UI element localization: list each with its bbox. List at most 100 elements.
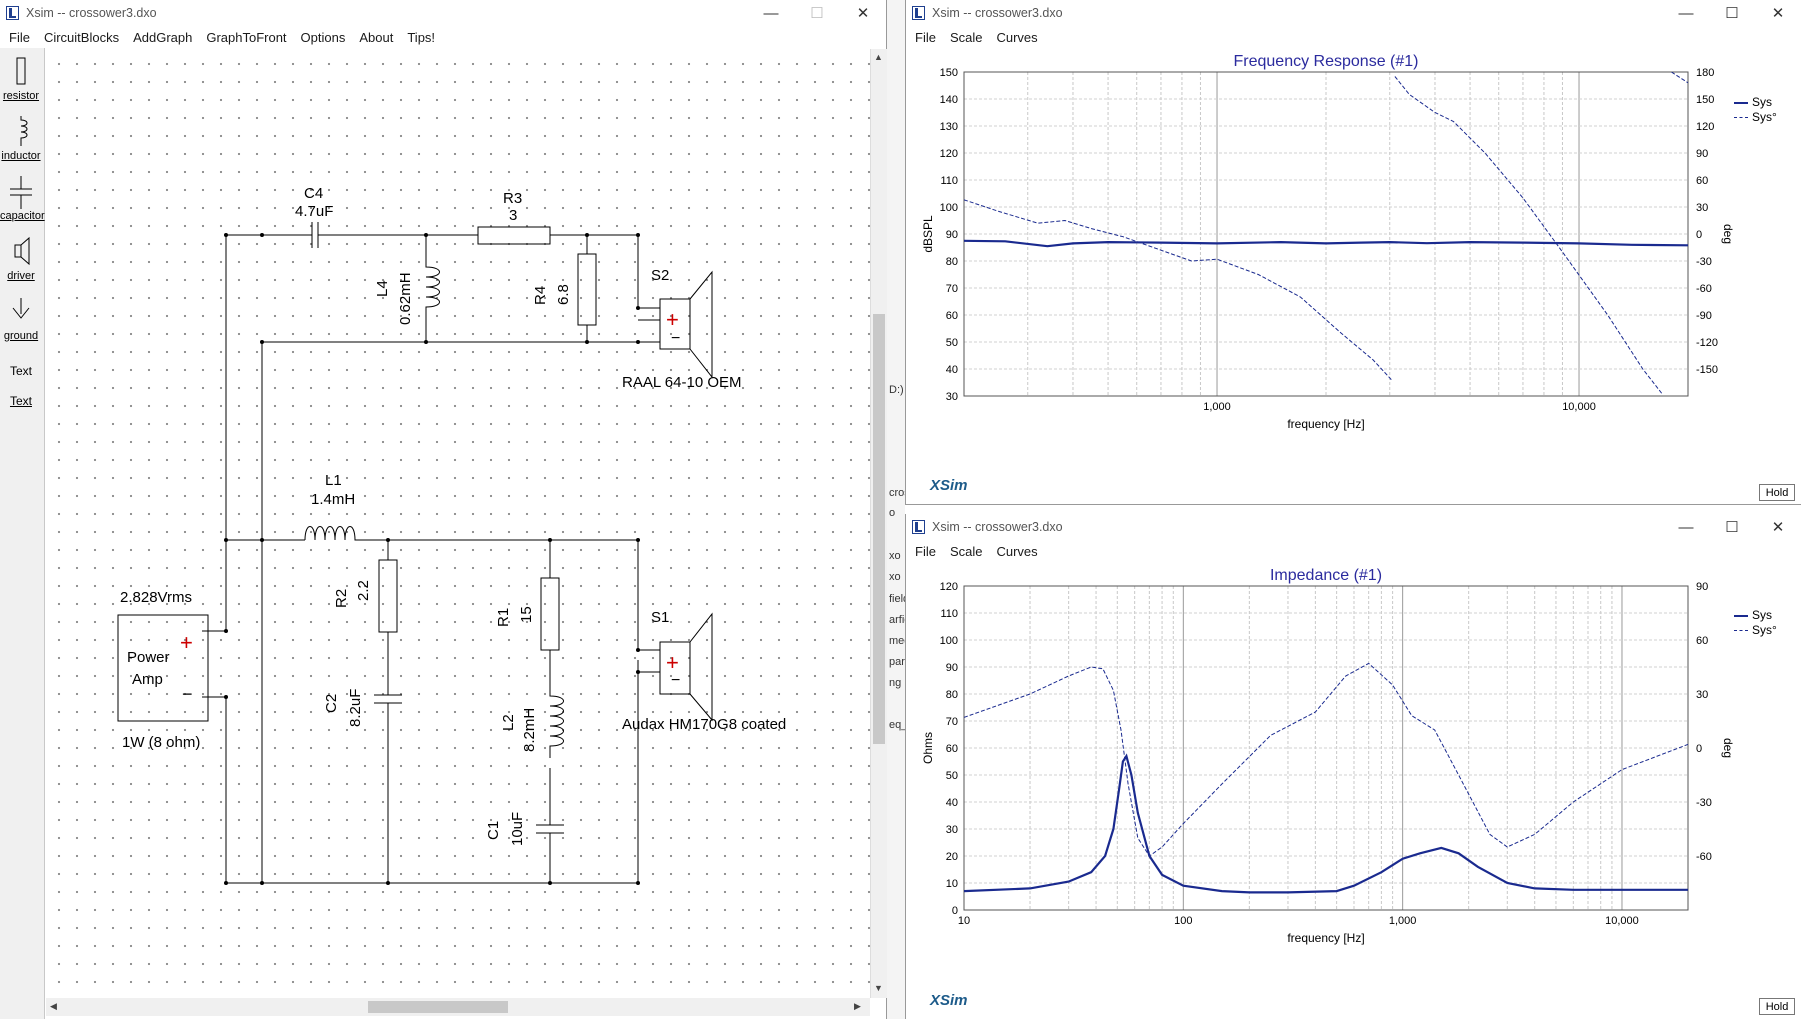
tool-label: inductor — [1, 150, 41, 162]
tool-label: ground — [3, 330, 39, 342]
menu-file[interactable]: File — [908, 544, 943, 559]
menu-options[interactable]: Options — [294, 30, 353, 45]
y2-tick-label: 0 — [1696, 229, 1702, 241]
vertical-scrollbar[interactable]: ▲ ▼ — [870, 49, 887, 998]
y-tick-label: 140 — [940, 94, 958, 106]
minimize-button[interactable]: — — [748, 0, 794, 26]
y-tick-label: 60 — [946, 743, 958, 755]
y-tick-label: 120 — [940, 148, 958, 160]
legend-dash-swatch — [1734, 630, 1748, 631]
schematic-canvas[interactable] — [46, 49, 870, 998]
menu-addgraph[interactable]: AddGraph — [126, 30, 199, 45]
legend-label: Sys — [1752, 95, 1773, 109]
scroll-down-arrow[interactable]: ▼ — [874, 983, 883, 993]
menu-file[interactable]: File — [908, 30, 943, 45]
hold-button[interactable]: Hold — [1759, 998, 1795, 1015]
maximize-button[interactable]: ☐ — [1709, 0, 1755, 26]
tool-inductor[interactable]: inductor — [0, 114, 42, 162]
hold-button[interactable]: Hold — [1759, 484, 1795, 501]
impedance-chart[interactable]: Impedance (#1)10 100 1,000 10,0000102030405… — [906, 562, 1801, 1032]
bg-text: med — [889, 635, 905, 647]
x-tick-label: 100 — [1174, 915, 1192, 927]
impedance-window: Xsim -- crossower3.dxo — ☐ ✕ File Scale … — [905, 514, 1801, 1019]
y-tick-label: 90 — [946, 229, 958, 241]
y2-tick-label: 120 — [1696, 121, 1714, 133]
x-axis-label: frequency [Hz] — [1287, 417, 1364, 431]
x-tick-label: 10,000 — [1562, 401, 1596, 413]
y2-tick-label: 60 — [1696, 635, 1708, 647]
schematic-titlebar: Xsim -- crossower3.dxo — ☐ ✕ — [0, 0, 886, 26]
maximize-button[interactable]: ☐ — [794, 0, 840, 26]
menu-circuitblocks[interactable]: CircuitBlocks — [37, 30, 126, 45]
menu-curves[interactable]: Curves — [989, 30, 1044, 45]
legend-sys: Sys — [1734, 608, 1777, 623]
y2-tick-label: 30 — [1696, 689, 1708, 701]
driver-icon — [14, 236, 30, 266]
y-axis-label: Ohms — [921, 732, 935, 764]
y-tick-label: 10 — [946, 878, 958, 890]
y-tick-label: 50 — [946, 770, 958, 782]
imp-menubar: File Scale Curves — [906, 541, 1801, 561]
bg-text: o — [889, 507, 896, 519]
close-button[interactable]: ✕ — [840, 0, 886, 26]
y-tick-label: 80 — [946, 689, 958, 701]
legend-label: Sys° — [1752, 623, 1777, 637]
y-tick-label: 60 — [946, 310, 958, 322]
close-button[interactable]: ✕ — [1755, 514, 1801, 540]
legend-sys-phase: Sys° — [1734, 110, 1777, 125]
y2-tick-label: 90 — [1696, 581, 1708, 593]
tool-resistor[interactable]: resistor — [0, 54, 42, 102]
menu-file[interactable]: File — [2, 30, 37, 45]
vscroll-thumb[interactable] — [873, 314, 885, 744]
legend-solid-swatch — [1734, 101, 1748, 104]
series-line-sys-phase — [964, 662, 1688, 857]
app-icon — [6, 6, 19, 20]
schematic-window: Xsim -- crossower3.dxo — ☐ ✕ File Circui… — [0, 0, 887, 1019]
tool-label: resistor — [2, 90, 40, 102]
y-tick-label: 30 — [946, 391, 958, 403]
scroll-right-arrow[interactable]: ▶ — [854, 1001, 861, 1012]
y2-tick-label: 0 — [1696, 743, 1702, 755]
tool-driver[interactable]: driver — [0, 234, 42, 282]
tool-text-link[interactable]: Text — [0, 394, 42, 408]
schematic-menubar: File CircuitBlocks AddGraph GraphToFront… — [0, 27, 886, 47]
y-tick-label: 110 — [940, 175, 958, 187]
y-tick-label: 80 — [946, 256, 958, 268]
y2-axis-label: deg — [1721, 738, 1735, 758]
horizontal-scrollbar[interactable]: ◀ ▶ — [46, 998, 870, 1016]
tool-capacitor[interactable]: capacitor — [0, 174, 45, 222]
y-tick-label: 100 — [940, 202, 958, 214]
y2-tick-label: 90 — [1696, 148, 1708, 160]
tool-ground[interactable]: ground — [0, 294, 42, 342]
bg-text: para — [889, 656, 905, 668]
scroll-up-arrow[interactable]: ▲ — [874, 52, 883, 62]
close-button[interactable]: ✕ — [1755, 0, 1801, 26]
minimize-button[interactable]: — — [1663, 514, 1709, 540]
bg-text: eq_n — [889, 719, 905, 731]
menu-tips[interactable]: Tips! — [400, 30, 442, 45]
menu-scale[interactable]: Scale — [943, 544, 990, 559]
y-axis-label: dBSPL — [921, 215, 935, 253]
menu-about[interactable]: About — [352, 30, 400, 45]
minimize-button[interactable]: — — [1663, 0, 1709, 26]
hscroll-thumb[interactable] — [368, 1001, 508, 1013]
scroll-left-arrow[interactable]: ◀ — [50, 1001, 57, 1012]
bg-text: cros — [889, 487, 905, 499]
y-tick-label: 90 — [946, 662, 958, 674]
menu-scale[interactable]: Scale — [943, 30, 990, 45]
window-title: Xsim -- crossower3.dxo — [932, 6, 1063, 20]
menu-graphtofront[interactable]: GraphToFront — [199, 30, 293, 45]
maximize-button[interactable]: ☐ — [1709, 514, 1755, 540]
y-tick-label: 20 — [946, 851, 958, 863]
y-tick-label: 0 — [952, 905, 958, 917]
menu-curves[interactable]: Curves — [989, 544, 1044, 559]
bg-text: field — [889, 593, 905, 605]
frequency-response-chart[interactable]: Frequency Response (#1) 1,000 10,000 30 40 50… — [906, 48, 1801, 518]
y-tick-label: 70 — [946, 716, 958, 728]
window-title: Xsim -- crossower3.dxo — [26, 6, 157, 20]
tool-text[interactable]: Text — [0, 364, 42, 378]
imp-legend: Sys Sys° — [1734, 608, 1777, 638]
legend-sys-phase: Sys° — [1734, 623, 1777, 638]
y2-tick-label: 30 — [1696, 202, 1708, 214]
tool-label: capacitor — [0, 210, 45, 222]
